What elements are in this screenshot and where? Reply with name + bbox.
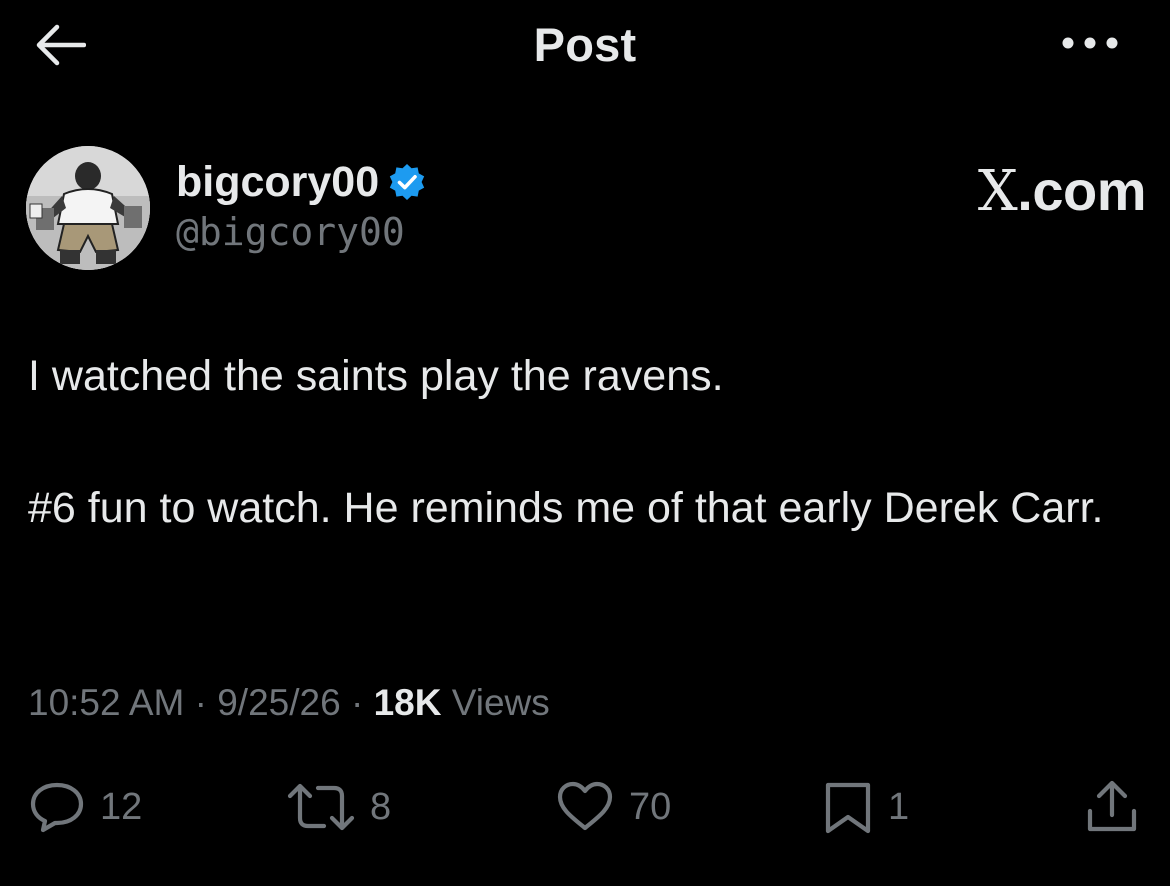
views-label[interactable]: Views <box>452 682 550 723</box>
author-names: bigcory00 @bigcory00 <box>176 156 427 254</box>
post-time[interactable]: 10:52 AM <box>28 682 184 723</box>
bookmark-icon <box>822 779 874 835</box>
brand-suffix: .com <box>1017 159 1146 222</box>
reply-button[interactable]: 12 <box>28 772 142 842</box>
page-title: Post <box>533 18 637 71</box>
post-paragraph: I watched the saints play the ravens. <box>28 352 724 400</box>
more-horizontal-icon <box>1060 35 1120 51</box>
more-options-button[interactable] <box>1050 18 1130 68</box>
share-button[interactable] <box>1084 772 1140 842</box>
share-icon <box>1084 779 1140 835</box>
display-name-row: bigcory00 <box>176 156 427 208</box>
like-button[interactable]: 70 <box>555 772 671 842</box>
verified-badge-icon[interactable] <box>387 162 427 202</box>
heart-icon <box>555 780 615 834</box>
author-handle[interactable]: @bigcory00 <box>176 210 427 254</box>
repost-icon <box>286 780 356 834</box>
post-paragraph: #6 fun to watch. He reminds me of that e… <box>28 484 1104 532</box>
action-bar: 12 8 70 1 <box>0 772 1170 842</box>
bookmark-button[interactable]: 1 <box>822 772 909 842</box>
post-date[interactable]: 9/25/26 <box>217 682 340 723</box>
repost-count: 8 <box>370 785 392 828</box>
meta-separator: · <box>194 682 207 723</box>
bookmark-count: 1 <box>888 785 910 828</box>
repost-button[interactable]: 8 <box>286 772 391 842</box>
reply-icon <box>28 780 86 834</box>
meta-separator: · <box>350 682 364 723</box>
reply-count: 12 <box>100 785 143 828</box>
avatar[interactable] <box>26 146 150 270</box>
post-text: I watched the saints play the ravens. #6… <box>28 343 1143 541</box>
views-count[interactable]: 18K <box>374 682 442 723</box>
like-count: 70 <box>629 785 672 828</box>
top-bar: Post <box>0 0 1170 90</box>
display-name[interactable]: bigcory00 <box>176 158 379 207</box>
x-logo-icon: X <box>977 159 1018 224</box>
brand-watermark: X.com <box>977 158 1147 224</box>
post-author: bigcory00 @bigcory00 X.com <box>26 146 1146 272</box>
post-meta: 10:52 AM · 9/25/26 · 18K Views <box>28 682 550 724</box>
